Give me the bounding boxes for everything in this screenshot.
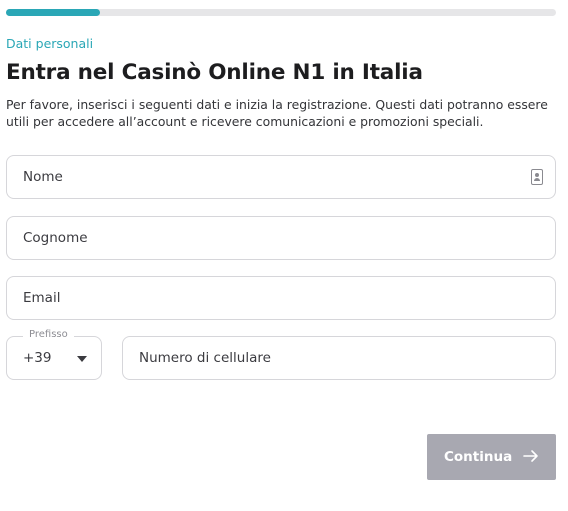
- continue-button[interactable]: Continua: [427, 434, 556, 480]
- progress-bar-fill: [6, 9, 100, 16]
- progress-bar: [6, 9, 556, 16]
- phone-prefix-select[interactable]: Prefisso +39: [6, 329, 102, 380]
- page-description: Per favore, inserisci i seguenti dati e …: [6, 97, 548, 129]
- phone-number-placeholder: Numero di cellulare: [139, 350, 271, 366]
- page-title: Entra nel Casinò Online N1 in Italia: [6, 60, 423, 85]
- step-label: Dati personali: [6, 36, 94, 51]
- contact-card-icon: [531, 169, 543, 185]
- arrow-right-icon: [523, 450, 538, 462]
- phone-prefix-label: Prefisso: [23, 329, 74, 340]
- last-name-placeholder: Cognome: [23, 230, 88, 246]
- phone-prefix-value: +39: [23, 350, 52, 366]
- first-name-placeholder: Nome: [23, 169, 63, 185]
- last-name-field[interactable]: Cognome: [6, 216, 556, 260]
- email-placeholder: Email: [23, 290, 61, 306]
- continue-label: Continua: [444, 449, 513, 465]
- phone-number-field[interactable]: Numero di cellulare: [122, 336, 556, 380]
- chevron-down-icon: [77, 356, 87, 362]
- email-field[interactable]: Email: [6, 276, 556, 320]
- first-name-field[interactable]: Nome: [6, 155, 556, 199]
